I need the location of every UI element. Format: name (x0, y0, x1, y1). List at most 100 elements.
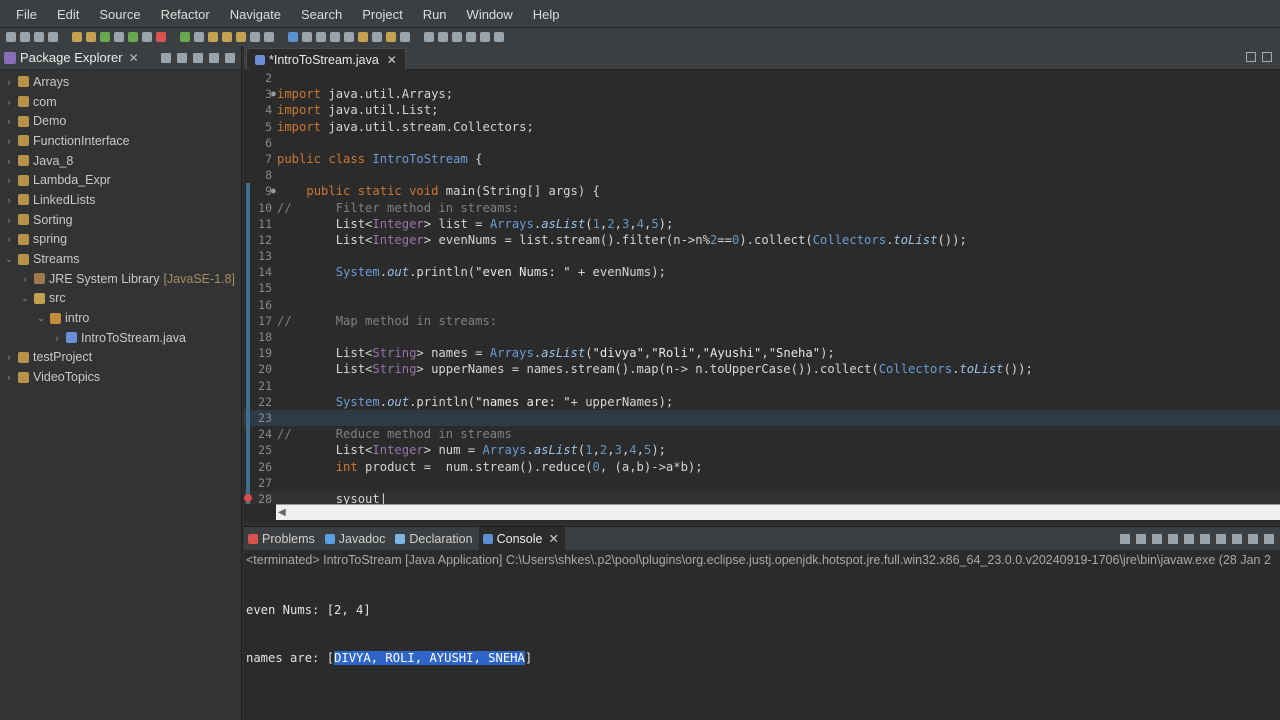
tree-item-functioninterface[interactable]: › FunctionInterface (0, 131, 241, 151)
toolbar-button-icon[interactable] (438, 32, 448, 42)
fold-marker-icon[interactable]: ● (271, 86, 276, 102)
code-area[interactable]: 2 3 ● import java.util.Arrays; 4 import java.… (244, 70, 1280, 508)
terminate-icon[interactable] (1120, 534, 1130, 544)
tree-item-introtostream-java[interactable]: › IntroToStream.java (0, 328, 241, 348)
chevron-right-icon[interactable]: › (4, 77, 14, 87)
code-line[interactable]: 20 List<String> upperNames = names.strea… (244, 361, 1280, 378)
chevron-right-icon[interactable]: › (4, 352, 14, 362)
toolbar-button-icon[interactable] (344, 32, 354, 42)
menu-refactor[interactable]: Refactor (151, 0, 220, 28)
chevron-right-icon[interactable]: › (20, 274, 30, 284)
chevron-right-icon[interactable]: › (4, 195, 14, 205)
code-line[interactable]: 19 List<String> names = Arrays.asList("d… (244, 345, 1280, 362)
chevron-right-icon[interactable]: › (4, 116, 14, 126)
toolbar-button-icon[interactable] (424, 32, 434, 42)
tree-item-src[interactable]: ⌄ src (0, 289, 241, 309)
menu-run[interactable]: Run (413, 0, 457, 28)
minimize-icon[interactable] (1246, 52, 1256, 62)
tab-declaration[interactable]: Declaration (391, 527, 478, 551)
console-output[interactable]: even Nums: [2, 4] names are: [DIVYA, ROL… (244, 570, 1280, 698)
close-icon[interactable]: ✕ (129, 51, 139, 65)
tree-item-testproject[interactable]: › testProject (0, 348, 241, 368)
toolbar-button-icon[interactable] (114, 32, 124, 42)
code-line[interactable]: 7 public class IntroToStream { (244, 151, 1280, 167)
scroll-lock-icon[interactable] (1168, 534, 1178, 544)
code-line[interactable]: 26 int product = num.stream().reduce(0, … (244, 458, 1280, 475)
code-line[interactable]: 16 (244, 296, 1280, 313)
code-line[interactable]: 25 List<Integer> num = Arrays.asList(1,2… (244, 442, 1280, 459)
toolbar-button-icon[interactable] (236, 32, 246, 42)
editor-tab-introtostream[interactable]: *IntroToStream.java ✕ (246, 48, 406, 70)
code-line[interactable]: 2 (244, 70, 1280, 86)
toolbar-button-icon[interactable] (358, 32, 368, 42)
toolbar-button-icon[interactable] (316, 32, 326, 42)
code-line[interactable]: 11 List<Integer> list = Arrays.asList(1,… (244, 215, 1280, 232)
toolbar-button-icon[interactable] (72, 32, 82, 42)
toolbar-button-icon[interactable] (372, 32, 382, 42)
toolbar-button-icon[interactable] (302, 32, 312, 42)
chevron-right-icon[interactable]: › (4, 234, 14, 244)
maximize-icon[interactable] (1264, 534, 1274, 544)
code-line[interactable]: 22 System.out.println("names are: "+ upp… (244, 393, 1280, 410)
toolbar-button-icon[interactable] (494, 32, 504, 42)
tree-item-intro[interactable]: ⌄ intro (0, 308, 241, 328)
menu-help[interactable]: Help (523, 0, 570, 28)
pin-console-icon[interactable] (1200, 534, 1210, 544)
tab-javadoc[interactable]: Javadoc (321, 527, 392, 551)
tree-item-jre-system-library[interactable]: › JRE System Library [JavaSE-1.8] (0, 269, 241, 289)
tab-problems[interactable]: Problems (244, 527, 321, 551)
code-line[interactable]: 21 (244, 377, 1280, 394)
toolbar-button-icon[interactable] (466, 32, 476, 42)
chevron-right-icon[interactable]: › (4, 215, 14, 225)
open-console-icon[interactable] (1232, 534, 1242, 544)
code-line[interactable]: 27 (244, 474, 1280, 491)
code-line[interactable]: 6 (244, 135, 1280, 151)
code-line[interactable]: 23 (244, 409, 1280, 427)
tree-item-spring[interactable]: › spring (0, 230, 241, 250)
code-line[interactable]: 24 // Reduce method in streams (244, 426, 1280, 443)
chevron-right-icon[interactable]: › (4, 136, 14, 146)
close-icon[interactable]: ✕ (548, 531, 558, 546)
code-line[interactable]: 4 import java.util.List; (244, 102, 1280, 118)
code-line[interactable]: 10 // Filter method in streams: (244, 199, 1280, 216)
menu-edit[interactable]: Edit (47, 0, 89, 28)
code-line[interactable]: 3 ● import java.util.Arrays; (244, 86, 1280, 102)
toolbar-button-icon[interactable] (100, 32, 110, 42)
tree-item-demo[interactable]: › Demo (0, 111, 241, 131)
remove-all-icon[interactable] (1152, 534, 1162, 544)
toolbar-button-icon[interactable] (128, 32, 138, 42)
package-explorer-tab[interactable]: Package Explorer ✕ (0, 46, 241, 70)
chevron-right-icon[interactable]: › (52, 333, 62, 343)
chevron-down-icon[interactable]: ⌄ (36, 313, 46, 324)
tree-item-arrays[interactable]: › Arrays (0, 72, 241, 92)
horizontal-scrollbar[interactable]: ◀ (276, 504, 1280, 520)
toolbar-button-icon[interactable] (288, 32, 298, 42)
tree-item-java-8[interactable]: › Java_8 (0, 151, 241, 171)
toolbar-button-icon[interactable] (264, 32, 274, 42)
tree-item-streams[interactable]: ⌄ Streams (0, 249, 241, 269)
chevron-down-icon[interactable]: ⌄ (4, 254, 14, 265)
code-line[interactable]: 9 ● public static void main(String[] args… (244, 183, 1280, 200)
toolbar-button-icon[interactable] (20, 32, 30, 42)
scroll-left-icon[interactable]: ◀ (278, 507, 286, 518)
menu-source[interactable]: Source (89, 0, 150, 28)
fold-marker-icon[interactable]: ● (271, 183, 276, 199)
close-icon[interactable]: ✕ (387, 53, 397, 67)
code-line[interactable]: 12 List<Integer> evenNums = list.stream(… (244, 231, 1280, 249)
toolbar-button-icon[interactable] (48, 32, 58, 42)
chevron-down-icon[interactable]: ⌄ (20, 293, 30, 304)
tree-item-lambda-expr[interactable]: › Lambda_Expr (0, 170, 241, 190)
toolbar-button-icon[interactable] (86, 32, 96, 42)
view-menu-icon[interactable] (193, 52, 203, 63)
maximize-icon[interactable] (225, 52, 235, 63)
toolbar-button-icon[interactable] (208, 32, 218, 42)
menu-project[interactable]: Project (352, 0, 412, 28)
code-line[interactable]: 5 import java.util.stream.Collectors; (244, 119, 1280, 135)
minimize-icon[interactable] (1248, 534, 1258, 544)
tree-item-com[interactable]: › com (0, 92, 241, 112)
chevron-right-icon[interactable]: › (4, 97, 14, 107)
toolbar-button-icon[interactable] (250, 32, 260, 42)
link-editor-icon[interactable] (177, 52, 187, 63)
menu-search[interactable]: Search (291, 0, 352, 28)
toolbar-button-icon[interactable] (156, 32, 166, 42)
